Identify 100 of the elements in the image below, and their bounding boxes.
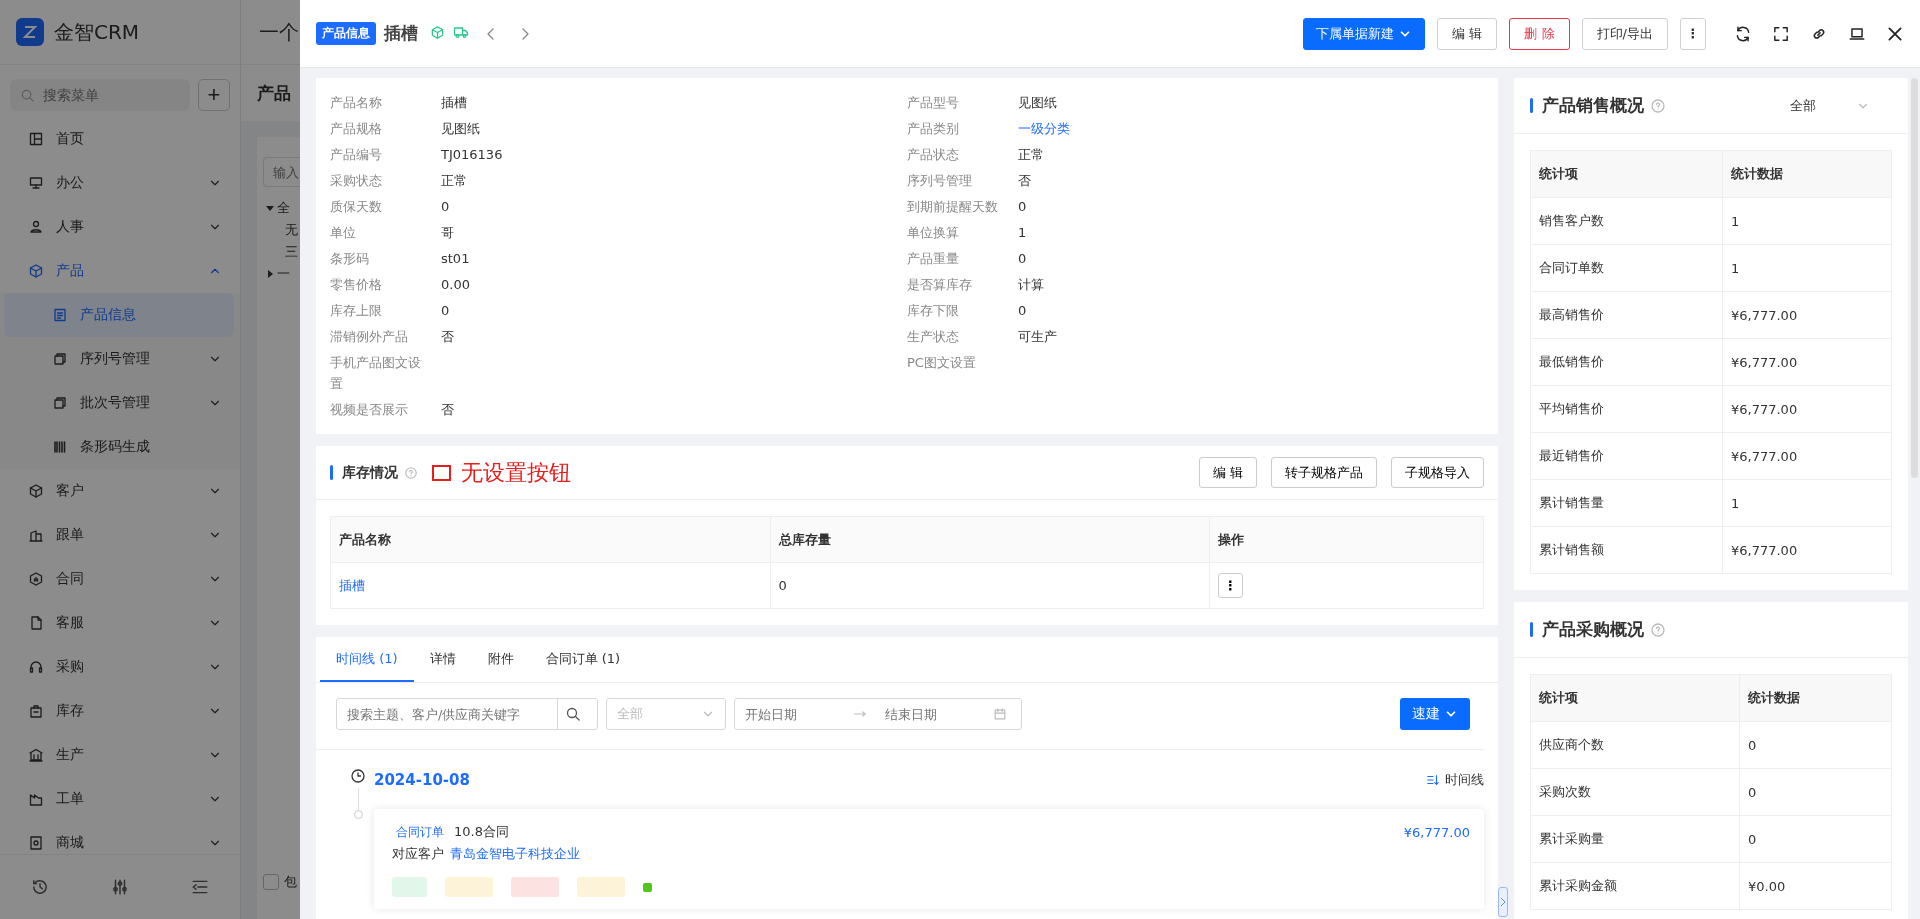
action-button[interactable]: 删 除 bbox=[1509, 17, 1570, 50]
scrollbar[interactable] bbox=[1911, 78, 1918, 478]
table-cell: 合同订单数 bbox=[1530, 244, 1723, 292]
menu-item[interactable]: 跟单 bbox=[0, 513, 240, 557]
menu-item[interactable]: 商城 bbox=[0, 821, 240, 854]
column-header: 统计项 bbox=[1530, 674, 1740, 722]
quick-create-button[interactable]: 速建 bbox=[1400, 698, 1470, 730]
tree-item[interactable]: 无 bbox=[263, 219, 298, 241]
field-value: 否 bbox=[441, 327, 454, 346]
view-toggle[interactable]: 时间线 bbox=[1426, 771, 1484, 789]
action-button[interactable]: 打印/导出 bbox=[1581, 17, 1668, 50]
tree-item[interactable]: 一 bbox=[263, 263, 298, 285]
field-label: 产品型号 bbox=[907, 93, 960, 112]
end-date-field[interactable]: 结束日期 bbox=[875, 706, 985, 722]
tab[interactable]: 时间线 (1) bbox=[320, 637, 414, 682]
menu-item[interactable]: 批次号管理 bbox=[0, 381, 240, 425]
drawer-title: 插槽 bbox=[384, 22, 418, 45]
help-icon bbox=[1650, 621, 1666, 638]
menu-item[interactable]: 首页 bbox=[0, 117, 240, 161]
copy-icon bbox=[52, 395, 68, 411]
table-cell: 累计销售额 bbox=[1530, 526, 1723, 574]
tree-item[interactable]: 三 bbox=[263, 241, 298, 263]
table-cell: 累计销售量 bbox=[1530, 479, 1723, 527]
table-cell: 采购次数 bbox=[1530, 768, 1740, 816]
search-icon bbox=[564, 706, 581, 722]
entry-tag: 合同订单 bbox=[392, 823, 448, 841]
table-cell: ¥6,777.00 bbox=[1722, 385, 1892, 433]
section-title: 库存情况 bbox=[342, 463, 398, 482]
range-select[interactable]: 全部 bbox=[1790, 96, 1870, 115]
bank-icon bbox=[28, 747, 44, 763]
menu-item[interactable]: 客户 bbox=[0, 469, 240, 513]
action-button[interactable]: ⋮ bbox=[1680, 17, 1706, 50]
toolbar-button[interactable]: 转子规格产品 bbox=[1271, 457, 1377, 488]
field-label: 单位换算 bbox=[907, 223, 960, 242]
expand-handle-icon[interactable] bbox=[1498, 887, 1508, 917]
action-button[interactable]: 编 辑 bbox=[1437, 17, 1498, 50]
tree-item[interactable]: 全 bbox=[263, 197, 298, 219]
field-value: 见图纸 bbox=[441, 119, 480, 138]
tab[interactable]: 附件 bbox=[471, 637, 530, 682]
more-button[interactable]: ⋮ bbox=[1218, 573, 1244, 598]
layout-icon bbox=[28, 131, 44, 147]
menu-item[interactable]: 生产 bbox=[0, 733, 240, 777]
page-badge: 产品信息 bbox=[316, 22, 376, 45]
field-value: 计算 bbox=[1018, 275, 1044, 294]
table-cell: 0 bbox=[1739, 768, 1892, 816]
entry-amount: ¥6,777.00 bbox=[1403, 824, 1470, 840]
menu-item[interactable]: 合同 bbox=[0, 557, 240, 601]
table-cell: ¥0.00 bbox=[1739, 862, 1892, 910]
new-document-button[interactable]: 下属单据新建 bbox=[1303, 17, 1426, 50]
field-label: 质保天数 bbox=[330, 197, 383, 216]
filter-field[interactable]: 输入 bbox=[263, 157, 301, 187]
menu-item[interactable]: 客服 bbox=[0, 601, 240, 645]
timeline-dot bbox=[353, 810, 363, 819]
building-icon bbox=[28, 527, 44, 543]
cube-icon bbox=[28, 483, 44, 499]
history-icon bbox=[31, 878, 49, 896]
annotation-box bbox=[432, 464, 451, 481]
table-cell: 0 bbox=[1739, 815, 1892, 863]
table-cell: 0 bbox=[770, 562, 1210, 609]
field-label: 库存上限 bbox=[330, 301, 383, 320]
document-icon bbox=[28, 835, 44, 851]
search-box[interactable]: 搜索主题、客户/供应商关键字 bbox=[336, 698, 598, 730]
field-label: 产品类别 bbox=[907, 119, 960, 138]
field-value: 0 bbox=[441, 301, 450, 320]
field-value: 哥 bbox=[441, 223, 454, 242]
menu-item[interactable]: 工单 bbox=[0, 777, 240, 821]
toolbar-button[interactable]: 子规格导入 bbox=[1391, 457, 1484, 488]
checkbox[interactable]: 包 bbox=[263, 873, 297, 891]
field-value: st01 bbox=[441, 249, 470, 268]
monitor-icon bbox=[28, 175, 44, 191]
menu-item[interactable]: 序列号管理 bbox=[0, 337, 240, 381]
truck-icon bbox=[453, 24, 469, 40]
search-field[interactable]: 搜索主题、客户/供应商关键字 bbox=[337, 706, 557, 722]
toolbar-button[interactable]: 编 辑 bbox=[1198, 457, 1257, 488]
tab[interactable]: 详情 bbox=[413, 637, 472, 682]
help-icon bbox=[1650, 97, 1666, 114]
field-value: 0 bbox=[441, 197, 450, 216]
add-button[interactable]: + bbox=[198, 79, 230, 111]
field-link[interactable]: 一级分类 bbox=[1018, 117, 1070, 139]
menu-item[interactable]: 人事 bbox=[0, 205, 240, 249]
menu-item[interactable]: 采购 bbox=[0, 645, 240, 689]
search-box[interactable]: 搜索菜单 bbox=[10, 79, 190, 111]
tab[interactable]: 合同订单 (1) bbox=[529, 637, 637, 682]
menu-item[interactable]: 办公 bbox=[0, 161, 240, 205]
field-label: 条形码 bbox=[330, 249, 370, 268]
section-title: 产品采购概况 bbox=[1542, 618, 1644, 641]
menu-item[interactable]: 条形码生成 bbox=[0, 425, 240, 469]
search-field[interactable]: 搜索菜单 bbox=[41, 86, 145, 104]
start-date-field[interactable]: 开始日期 bbox=[735, 706, 845, 722]
customer-link[interactable]: 青岛金智电子科技企业 bbox=[450, 845, 580, 863]
product-link[interactable]: 插槽 bbox=[339, 577, 365, 593]
field-value: 1 bbox=[1018, 223, 1027, 242]
field-label: 产品编号 bbox=[330, 145, 383, 164]
field-label: 采购状态 bbox=[330, 171, 383, 190]
section-title: 产品销售概况 bbox=[1542, 94, 1644, 117]
table-cell: 最高销售价 bbox=[1530, 291, 1723, 339]
menu-item[interactable]: 库存 bbox=[0, 689, 240, 733]
menu-item[interactable]: 产品信息 bbox=[4, 293, 234, 337]
date-range-field[interactable]: 开始日期 结束日期 bbox=[734, 698, 1022, 730]
menu-item[interactable]: 产品 bbox=[0, 249, 240, 293]
